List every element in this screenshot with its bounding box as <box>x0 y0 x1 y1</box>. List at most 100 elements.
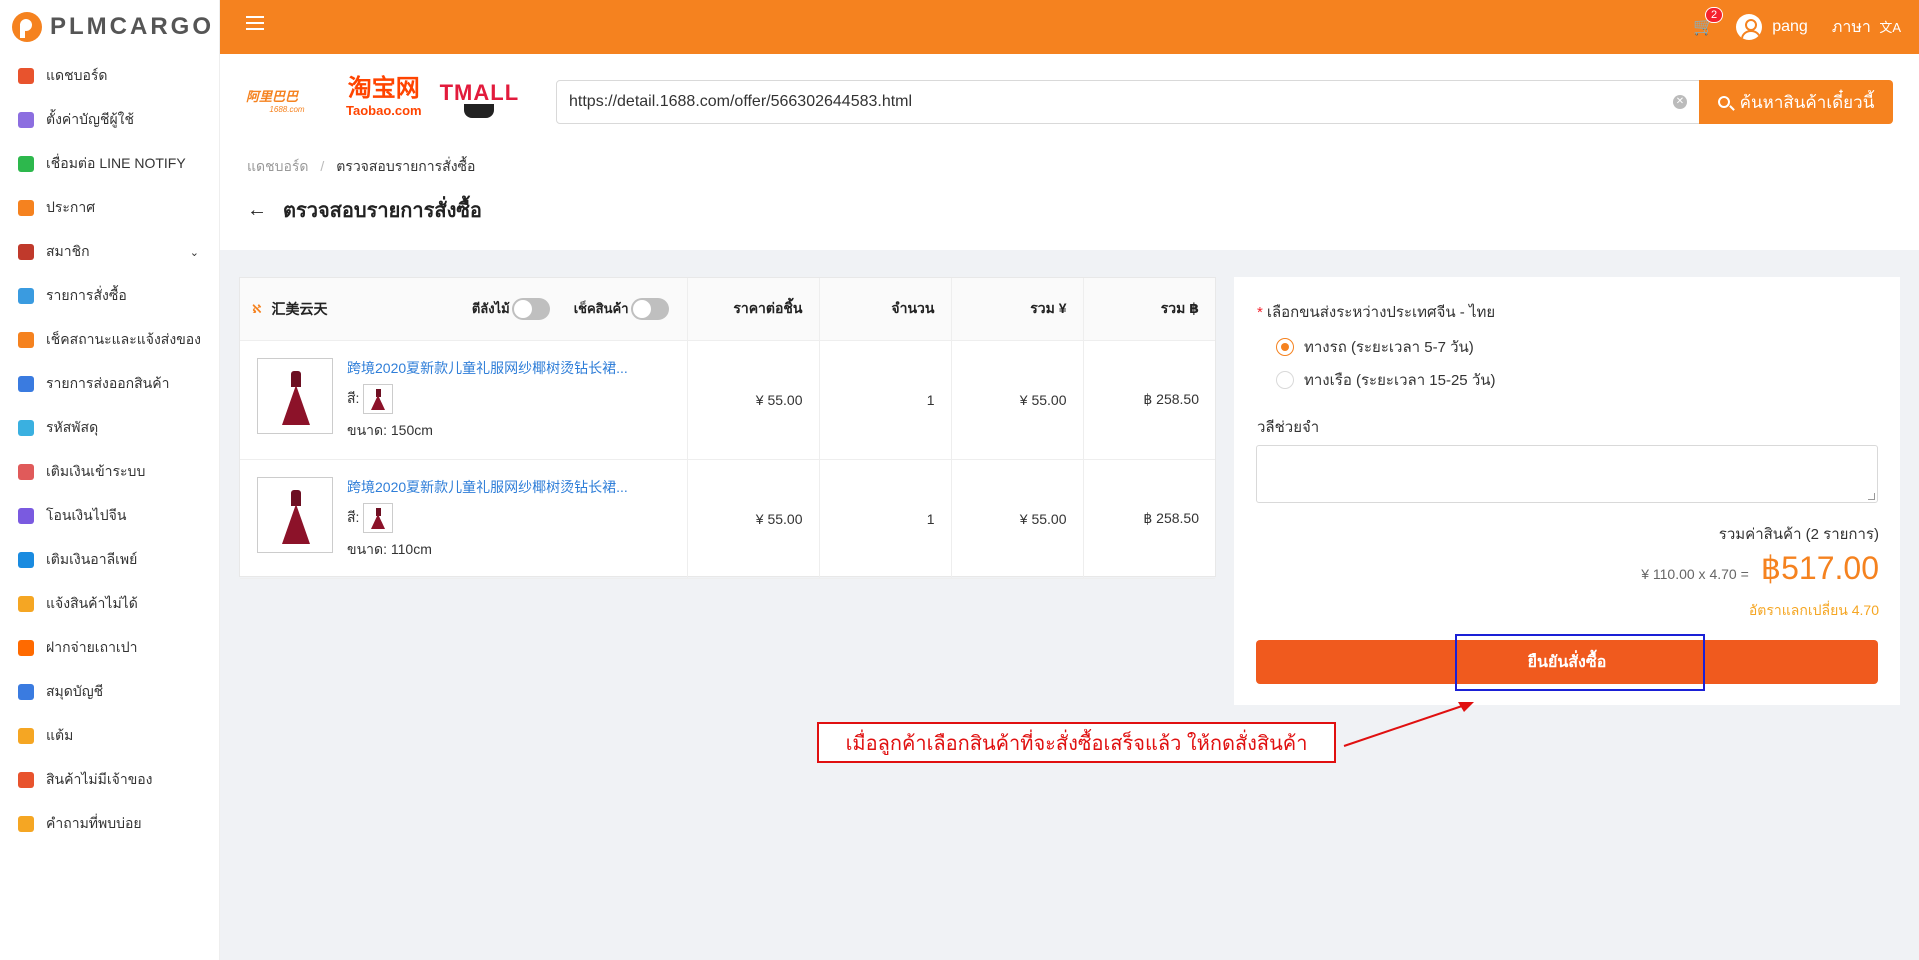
sidebar-item-1[interactable]: ตั้งค่าบัญชีผู้ใช้ <box>0 98 219 142</box>
yuan-icon <box>18 508 34 524</box>
breadcrumb-current: ตรวจสอบรายการสั่งซื้อ <box>336 158 476 174</box>
sidebar-item-2[interactable]: เชื่อมต่อ LINE NOTIFY <box>0 142 219 186</box>
note-textarea[interactable] <box>1256 445 1878 503</box>
radio-button[interactable] <box>1276 338 1294 356</box>
sidebar-item-14[interactable]: สมุดบัญชี <box>0 670 219 714</box>
color-swatch <box>363 383 394 414</box>
sidebar-item-label: ฝากจ่ายเถาเปา <box>46 639 138 655</box>
sidebar-item-label: เช็คสถานะและแจ้งส่งของ <box>46 331 202 347</box>
sidebar-item-12[interactable]: แจ้งสินค้าไม่ได้ <box>0 582 219 626</box>
avatar[interactable] <box>1736 14 1763 40</box>
sidebar-item-label: รหัสพัสดุ <box>46 419 99 435</box>
back-arrow-icon[interactable]: ← <box>247 199 267 222</box>
sidebar-item-10[interactable]: โอนเงินไปจีน <box>0 494 219 538</box>
shipping-method-label: * เลือกขนส่งระหว่างประเทศจีน - ไทย <box>1257 304 1496 321</box>
megaphone-icon <box>18 200 34 216</box>
product-size: ขนาด: 150cm <box>347 421 433 438</box>
sidebar-item-3[interactable]: ประกาศ <box>0 186 219 230</box>
cart-button[interactable]: 🛒 2 <box>1693 7 1724 37</box>
sidebar-item-7[interactable]: รายการส่งออกสินค้า <box>0 362 219 406</box>
sidebar-item-16[interactable]: สินค้าไม่มีเจ้าของ <box>0 758 219 802</box>
required-mark: * <box>1257 304 1263 321</box>
product-cell: 跨境2020夏新款儿童礼服网纱椰树烫钻长裙... สี: ขนาด: 150cm <box>240 340 688 460</box>
clear-input-icon[interactable]: ✕ <box>1673 95 1687 109</box>
product-title-link[interactable]: 跨境2020夏新款儿童礼服网纱椰树烫钻长裙... <box>347 477 628 497</box>
breadcrumb: แดชบอร์ด / ตรวจสอบรายการสั่งซื้อ <box>247 156 475 178</box>
sidebar-item-label: แจ้งสินค้าไม่ได้ <box>46 595 138 611</box>
top-right-controls: 🛒 2 pang ภาษา 文A <box>1693 0 1901 54</box>
sidebar-item-4[interactable]: สมาชิก ⌄ <box>0 230 219 274</box>
shipping-option-label: ทางเรือ (ระยะเวลา 15-25 วัน) <box>1304 372 1496 389</box>
sidebar-item-label: ตั้งค่าบัญชีผู้ใช้ <box>46 111 135 127</box>
product-url-value: https://detail.1688.com/offer/5663026445… <box>569 93 913 110</box>
shop-header-cell: ℵ 汇美云天 ตีลังไม้ เช็คสินค้า <box>240 278 688 341</box>
product-thumbnail[interactable] <box>257 357 333 434</box>
breadcrumb-home[interactable]: แดชบอร์ด <box>247 158 309 174</box>
total-thb-cell: ฿ 258.50 <box>1083 340 1215 460</box>
sidebar-item-label: รายการส่งออกสินค้า <box>46 375 170 391</box>
chart-icon <box>18 68 34 84</box>
truck-icon <box>18 332 34 348</box>
menu-toggle-icon[interactable] <box>246 16 264 32</box>
total-cny-cell: ¥ 55.00 <box>951 340 1084 460</box>
total-cny-cell: ¥ 55.00 <box>951 459 1084 579</box>
taobao-icon <box>18 640 34 656</box>
question-icon <box>18 816 34 832</box>
shipping-option-1[interactable]: ทางเรือ (ระยะเวลา 15-25 วัน) <box>1276 368 1495 392</box>
sidebar-item-8[interactable]: รหัสพัสดุ <box>0 406 219 450</box>
product-url-input[interactable]: https://detail.1688.com/offer/5663026445… <box>556 80 1700 124</box>
sidebar-item-label: เติมเงินเข้าระบบ <box>46 463 146 479</box>
sidebar-item-15[interactable]: แต้ม <box>0 714 219 758</box>
radio-button[interactable] <box>1276 371 1294 389</box>
check-product-toggle[interactable] <box>630 297 669 320</box>
no-product-icon <box>18 596 34 612</box>
unit-price-header: ราคาต่อชิ้น <box>687 278 820 341</box>
line-icon <box>18 156 34 172</box>
export-icon <box>18 376 34 392</box>
logo[interactable]: PLMCARGO <box>0 0 219 54</box>
sidebar-item-label: สินค้าไม่มีเจ้าของ <box>46 771 153 787</box>
piggy-bank-icon <box>18 464 34 480</box>
order-items-table: ℵ 汇美云天 ตีลังไม้ เช็คสินค้า ราคาต่อชิ้น จ… <box>239 277 1216 579</box>
alibaba-shop-icon: ℵ <box>252 301 262 316</box>
sidebar-item-label: แต้ม <box>46 727 74 743</box>
product-thumbnail[interactable] <box>257 476 333 553</box>
product-size: ขนาด: 110cm <box>347 540 432 557</box>
chevron-down-icon[interactable]: ⌄ <box>190 246 199 259</box>
summary-label: รวมค่าสินค้า (2 รายการ) <box>1718 526 1879 543</box>
marketplace-logos: 阿里巴巴 1688.com 淘宝网 Taobao.com TMALL <box>246 77 520 122</box>
alipay-icon <box>18 552 34 568</box>
language-selector[interactable]: ภาษา 文A <box>1832 15 1901 40</box>
header-area: 阿里巴巴 1688.com 淘宝网 Taobao.com TMALL https… <box>220 54 1919 250</box>
sidebar-item-label: เติมเงินอาลีเพย์ <box>46 551 138 567</box>
logo-icon <box>12 12 42 42</box>
sidebar-item-13[interactable]: ฝากจ่ายเถาเปา <box>0 626 219 670</box>
shipping-option-0[interactable]: ทางรถ (ระยะเวลา 5-7 วัน) <box>1276 335 1474 359</box>
sidebar-item-17[interactable]: คำถามที่พบบ่อย <box>0 802 219 846</box>
translate-icon: 文A <box>1879 19 1901 35</box>
cart-count-badge: 2 <box>1705 7 1724 23</box>
sidebar-item-6[interactable]: เช็คสถานะและแจ้งส่งของ <box>0 318 219 362</box>
search-button-label: ค้นหาสินค้าเดี๋ยวนี้ <box>1739 92 1875 112</box>
sidebar-item-0[interactable]: แดชบอร์ด <box>0 54 219 98</box>
member-icon <box>18 244 34 260</box>
alibaba-logo: 阿里巴巴 1688.com <box>246 89 305 114</box>
note-label: วลีช่วยจำ <box>1257 419 1320 436</box>
total-thb-header: รวม ฿ <box>1083 278 1215 341</box>
cart-icon <box>18 288 34 304</box>
quantity-header: จำนวน <box>819 278 952 341</box>
sidebar-item-11[interactable]: เติมเงินอาลีเพย์ <box>0 538 219 582</box>
product-title-link[interactable]: 跨境2020夏新款儿童礼服网纱椰树烫钻长裙... <box>347 358 628 378</box>
sidebar-item-5[interactable]: รายการสั่งซื้อ <box>0 274 219 318</box>
table-row: 跨境2020夏新款儿童礼服网纱椰树烫钻长裙... สี: ขนาด: 150cm ¥ … <box>240 340 1215 460</box>
sidebar-item-9[interactable]: เติมเงินเข้าระบบ <box>0 450 219 494</box>
tmall-logo: TMALL <box>440 82 520 118</box>
check-product-toggle-group: เช็คสินค้า <box>574 297 669 320</box>
wood-crate-toggle[interactable] <box>511 297 550 320</box>
sidebar-item-label: สมุดบัญชี <box>46 683 104 699</box>
username[interactable]: pang <box>1772 18 1808 36</box>
unit-price-cell: ¥ 55.00 <box>687 340 820 460</box>
search-product-button[interactable]: ค้นหาสินค้าเดี๋ยวนี้ <box>1699 80 1893 124</box>
box-icon <box>18 420 34 436</box>
exchange-rate: อัตราแลกเปลี่ยน 4.70 <box>1748 602 1879 618</box>
